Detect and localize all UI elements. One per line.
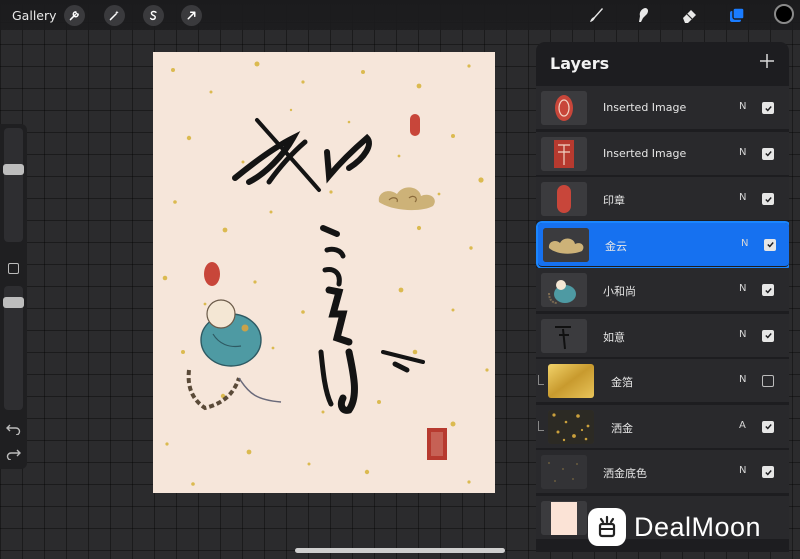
layer-row[interactable]: Inserted Image N bbox=[536, 86, 789, 130]
layer-thumbnail[interactable] bbox=[541, 455, 587, 489]
checkmark-icon bbox=[764, 196, 772, 203]
checkmark-icon bbox=[764, 105, 772, 112]
layer-visibility-checkbox[interactable] bbox=[762, 420, 774, 433]
layer-thumbnail[interactable] bbox=[541, 91, 587, 125]
magic-wand-icon[interactable] bbox=[104, 5, 125, 26]
layer-row[interactable]: Inserted Image N bbox=[536, 131, 789, 176]
layer-thumbnail[interactable] bbox=[541, 136, 587, 171]
home-indicator[interactable] bbox=[295, 548, 505, 553]
layer-blend-mode[interactable]: N bbox=[739, 329, 746, 340]
transform-arrow-icon[interactable] bbox=[181, 5, 202, 26]
checkmark-icon bbox=[764, 287, 772, 294]
layer-name: Inserted Image bbox=[603, 146, 687, 160]
layer-visibility-checkbox[interactable] bbox=[762, 147, 774, 160]
layer-name: Inserted Image bbox=[603, 101, 687, 114]
gold-cloud-drawing bbox=[378, 187, 435, 211]
brush-icon[interactable] bbox=[585, 4, 607, 26]
monk-drawing bbox=[186, 299, 282, 411]
calligraphy-ru bbox=[232, 118, 372, 192]
eraser-icon[interactable] bbox=[679, 4, 701, 26]
clipping-mask-icon bbox=[538, 420, 544, 431]
brush-size-slider[interactable] bbox=[4, 128, 23, 242]
layer-thumbnail[interactable] bbox=[541, 182, 587, 216]
clipping-mask-icon bbox=[538, 375, 544, 385]
layer-thumbnail[interactable] bbox=[543, 227, 589, 262]
left-sidebar bbox=[0, 124, 27, 469]
layer-visibility-checkbox[interactable] bbox=[762, 466, 774, 478]
layer-name: 金云 bbox=[605, 239, 627, 253]
layer-row[interactable]: 如意 N bbox=[536, 313, 789, 358]
layer-blend-mode[interactable]: A bbox=[739, 420, 746, 431]
layer-row[interactable]: 小和尚 N bbox=[536, 268, 789, 312]
seal-top bbox=[410, 114, 420, 136]
checkmark-icon bbox=[764, 469, 772, 476]
layer-thumbnail[interactable] bbox=[541, 500, 587, 535]
layer-blend-mode[interactable]: N bbox=[739, 101, 746, 112]
watermark-text: DealMoon bbox=[634, 511, 762, 542]
layer-thumbnail[interactable] bbox=[548, 364, 594, 398]
layer-visibility-checkbox[interactable] bbox=[762, 329, 774, 342]
layer-name: 洒金 bbox=[611, 421, 633, 435]
brush-size-slider-thumb[interactable] bbox=[3, 163, 24, 175]
layer-name: 金箔 bbox=[611, 376, 633, 389]
layer-blend-mode[interactable]: N bbox=[739, 374, 746, 385]
top-toolbar: Gallery bbox=[0, 0, 800, 30]
drawing-canvas[interactable] bbox=[153, 52, 495, 493]
layer-blend-mode[interactable]: N bbox=[741, 238, 748, 249]
redo-icon[interactable] bbox=[6, 448, 21, 460]
dealmoon-logo-icon bbox=[588, 508, 626, 546]
checkmark-icon bbox=[764, 151, 772, 157]
watermark: DealMoon bbox=[588, 507, 761, 547]
layer-visibility-checkbox[interactable] bbox=[762, 284, 774, 296]
layers-panel: Layers Inserted Image N Inserted Image N 印章 N… bbox=[536, 42, 789, 552]
checkmark-icon bbox=[766, 242, 774, 248]
layer-name: 印章 bbox=[603, 194, 625, 207]
layer-thumbnail[interactable] bbox=[541, 318, 587, 353]
smudge-icon[interactable] bbox=[632, 4, 654, 26]
layer-visibility-checkbox[interactable] bbox=[762, 375, 774, 387]
color-picker-button[interactable] bbox=[774, 4, 794, 24]
layer-name: 小和尚 bbox=[603, 285, 636, 298]
seal-left bbox=[204, 262, 220, 286]
layer-thumbnail[interactable] bbox=[541, 273, 587, 307]
layer-blend-mode[interactable]: N bbox=[739, 465, 746, 476]
checkmark-icon bbox=[764, 424, 772, 430]
layer-row[interactable]: 金箔 N bbox=[536, 359, 789, 403]
layer-name: 如意 bbox=[603, 330, 625, 344]
layer-row[interactable]: 洒金 A bbox=[536, 404, 789, 449]
layer-blend-mode[interactable]: N bbox=[739, 147, 746, 158]
selection-s-icon[interactable] bbox=[143, 5, 164, 26]
layer-row[interactable]: 金云 N bbox=[536, 220, 789, 269]
gallery-button[interactable]: Gallery bbox=[12, 8, 57, 23]
layer-visibility-checkbox[interactable] bbox=[762, 193, 774, 205]
layer-row[interactable]: 洒金底色 N bbox=[536, 450, 789, 494]
checkmark-icon bbox=[764, 333, 772, 339]
calligraphy-yi bbox=[318, 225, 425, 414]
layers-title: Layers bbox=[550, 54, 610, 73]
plus-icon[interactable] bbox=[759, 53, 775, 69]
undo-icon[interactable] bbox=[6, 423, 21, 435]
layers-icon[interactable] bbox=[726, 4, 748, 26]
layer-thumbnail[interactable] bbox=[548, 409, 594, 444]
eyedropper-modify-button[interactable] bbox=[8, 263, 19, 274]
layer-blend-mode[interactable]: N bbox=[739, 283, 746, 294]
layer-name: 洒金底色 bbox=[603, 467, 647, 480]
wrench-icon[interactable] bbox=[64, 5, 85, 26]
layer-visibility-checkbox[interactable] bbox=[762, 102, 774, 114]
layer-blend-mode[interactable]: N bbox=[739, 192, 746, 203]
artwork bbox=[162, 61, 489, 486]
brush-opacity-slider-thumb[interactable] bbox=[3, 297, 24, 309]
layer-visibility-checkbox[interactable] bbox=[764, 238, 776, 251]
layer-row[interactable]: 印章 N bbox=[536, 177, 789, 221]
